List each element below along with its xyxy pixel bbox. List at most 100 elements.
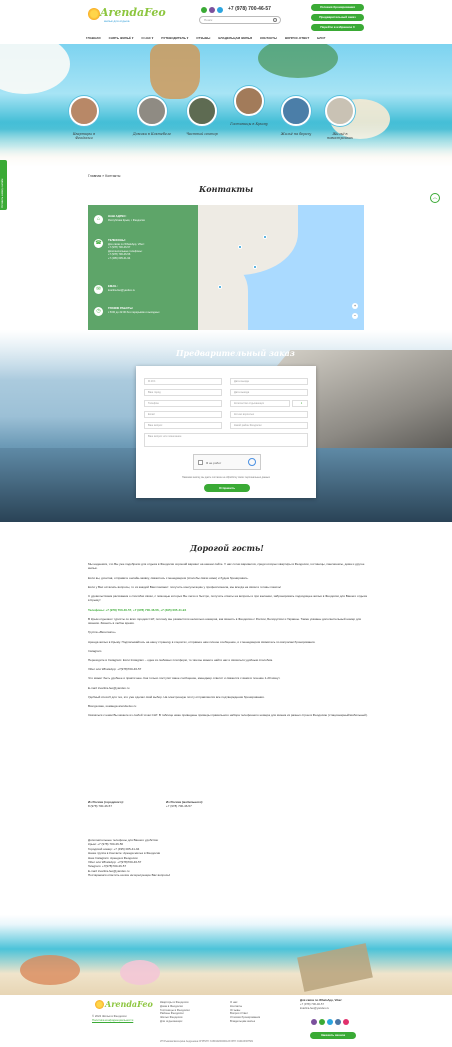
article-paragraph: Что может быть удобнее и практичнее. Как… xyxy=(88,676,281,681)
site-logo[interactable]: ArendaFeo жильё для отдыха xyxy=(88,4,166,26)
wishes-textarea[interactable]: Ваш вопрос или пожелание xyxy=(144,433,308,447)
zoom-in-button[interactable]: + xyxy=(352,303,358,309)
paper-boat-decoration xyxy=(297,943,373,992)
category-newbuild[interactable]: Жильё в новостройках xyxy=(320,96,360,140)
order-title: Предварительный заказ xyxy=(176,348,295,358)
nav-about[interactable]: О НАС ▾ xyxy=(141,36,153,42)
favorites-count: 0 xyxy=(352,25,355,29)
viber-icon[interactable] xyxy=(311,1019,317,1025)
category-image xyxy=(187,96,217,126)
footer-col-info: О нас Контакты Отзывы Вопрос-Ответ Услов… xyxy=(230,1000,260,1024)
guests-stepper[interactable]: 1 xyxy=(292,400,308,407)
question-field[interactable]: Ваш вопрос xyxy=(144,422,222,429)
phone-field[interactable]: Телефон xyxy=(144,400,222,407)
nav-contacts[interactable]: КОНТАКТЫ xyxy=(260,36,277,42)
nav-owners[interactable]: ВЛАДЕЛЬЦАМ ЖИЛЬЯ xyxy=(218,36,252,42)
map-pin[interactable] xyxy=(218,285,222,289)
map-pin[interactable] xyxy=(253,265,257,269)
map-pin[interactable] xyxy=(238,245,242,249)
extra-line: Постараемся ответить на все интересующие… xyxy=(88,873,171,878)
whatsapp-icon[interactable] xyxy=(201,7,207,13)
nav-blog[interactable]: БЛОГ xyxy=(317,36,325,42)
checkout-field[interactable]: Дата выезда xyxy=(230,389,308,396)
zoom-out-button[interactable]: − xyxy=(352,313,358,319)
bullet-vk[interactable]: Группа «Вконтакте» xyxy=(88,630,368,634)
captcha-widget[interactable]: Я не робот xyxy=(193,454,261,470)
category-image xyxy=(234,86,264,116)
footer-logo[interactable]: ArendaFeo xyxy=(95,997,155,1013)
phone-main[interactable]: +7 (978) 700-46-57 xyxy=(108,246,130,249)
phone-extra[interactable]: +7 (978) 700-46-56 xyxy=(108,253,130,256)
guests-field[interactable]: Количество отдыхающих xyxy=(230,400,290,407)
hours-value: с 8:00 до 22:00 без перерывов и выходных xyxy=(108,310,160,314)
policy-link[interactable]: Политика конфиденциальности xyxy=(92,1018,154,1023)
side-order-tab[interactable]: Оставить заявку онлайн xyxy=(0,160,7,210)
category-label: Частный сектор xyxy=(186,132,218,136)
search-icon[interactable] xyxy=(273,18,277,22)
map-pin[interactable] xyxy=(263,235,267,239)
email-label: EMAIL: xyxy=(108,284,118,288)
district-field[interactable]: Какой район Феодосии xyxy=(230,422,308,429)
nav-faq[interactable]: ВОПРОС-ОТВЕТ xyxy=(285,36,309,42)
bullet-phones[interactable]: Телефоны: +7 (978) 700-46-57, +7 (978) 7… xyxy=(88,608,368,612)
address-value: Республика Крым, г. Феодосия xyxy=(108,218,145,222)
city-field[interactable]: Ваш город xyxy=(144,389,222,396)
category-cottages[interactable]: Домики в Коктебеле xyxy=(132,96,172,136)
email-field[interactable]: Email xyxy=(144,411,222,418)
category-seaside[interactable]: Жильё на берегу xyxy=(276,96,316,136)
booking-terms-button[interactable]: Условия бронирования xyxy=(311,4,364,11)
telegram-icon[interactable] xyxy=(217,7,223,13)
article-paragraph: Мы надеемся, что Вы уже подобрали для от… xyxy=(88,562,365,571)
category-image xyxy=(281,96,311,126)
nav-guide[interactable]: ПУТЕВОДИТЕЛЬ ▾ xyxy=(161,36,188,42)
shell-decoration xyxy=(120,960,160,985)
phone-extra[interactable]: +7 (495) 005-41-94 xyxy=(108,257,130,260)
callback-button[interactable]: Заказать звонок xyxy=(310,1032,356,1039)
instagram-icon[interactable] xyxy=(343,1019,349,1025)
search-placeholder: Поиск xyxy=(204,18,213,22)
submit-button[interactable]: Отправить xyxy=(204,484,250,492)
nav-home[interactable]: ГЛАВНАЯ xyxy=(86,36,101,42)
scroll-up-button[interactable]: ︿ xyxy=(430,193,440,203)
checkin-field[interactable]: Дата въезда xyxy=(230,378,308,385)
favorites-button[interactable]: Перейти в избранное 0 xyxy=(311,24,364,31)
article-title: Дорогой гость! xyxy=(190,543,264,553)
category-hotels[interactable]: Гостиницы в Крыму xyxy=(229,86,269,126)
hours-label: ГРАФИК РАБОТЫ: xyxy=(108,306,134,310)
name-field[interactable]: Ф.И.О. xyxy=(144,378,222,385)
footer-email[interactable]: kvartira-feo@yandex.ru xyxy=(300,1006,370,1011)
category-apartments[interactable]: Квартиры в Феодосии xyxy=(64,96,104,140)
recaptcha-icon xyxy=(248,458,256,466)
category-label: Жильё на берегу xyxy=(280,132,312,136)
captcha-checkbox[interactable] xyxy=(198,460,203,465)
footer-link[interactable]: Владельцам жилья xyxy=(230,1019,260,1024)
search-input[interactable]: Поиск xyxy=(199,16,281,24)
side-tab-label: Оставить заявку онлайн xyxy=(1,178,4,208)
address-label: НАШ АДРЕС: xyxy=(108,214,127,218)
captcha-label: Я не робот xyxy=(206,461,222,465)
category-label: Квартиры в Феодосии xyxy=(72,132,96,140)
vk-icon[interactable] xyxy=(335,1019,341,1025)
pre-order-button[interactable]: Предварительный заказ xyxy=(311,14,364,21)
article-paragraph: Связаться с нами Вы можете из любой точк… xyxy=(88,713,368,718)
bullet-email[interactable]: E-mail: kvartira-feo@yandex.ru xyxy=(88,686,368,690)
nav-rent[interactable]: СНЯТЬ ЖИЛЬЁ ▾ xyxy=(109,36,134,42)
viber-icon[interactable] xyxy=(209,7,215,13)
category-private[interactable]: Частный сектор xyxy=(182,96,222,136)
bullet-instagram[interactable]: Instagram xyxy=(88,649,368,653)
bullet-messengers[interactable]: Viber или WhatsApp: +7(978)700-46-57 xyxy=(88,667,368,671)
email-value[interactable]: kvartira-feo@yandex.ru xyxy=(108,289,135,292)
header-phone[interactable]: +7 (978) 700-46-57 xyxy=(228,6,271,12)
site-header: ArendaFeo жильё для отдыха +7 (978) 700-… xyxy=(0,0,452,44)
footer-legal: ИП Рыжова Екатерина Андреевна ОГРНИП: 31… xyxy=(160,1040,254,1043)
telegram-icon[interactable] xyxy=(327,1019,333,1025)
phones-label: ТЕЛЕФОНЫ: xyxy=(108,238,126,242)
article-paragraph: С удовольствием расскажем о способах свя… xyxy=(88,594,367,603)
whatsapp-icon[interactable] xyxy=(319,1019,325,1025)
favorites-label: Перейти в избранное xyxy=(320,25,353,29)
nav-reviews[interactable]: ОТЗЫВЫ xyxy=(196,36,210,42)
breadcrumb[interactable]: Главная » Контакты xyxy=(88,174,120,178)
category-label: Домики в Коктебеле xyxy=(132,132,172,136)
adults-field[interactable]: Кол-во взрослых xyxy=(230,411,308,418)
footer-link[interactable]: Для отдыхающих xyxy=(160,1019,190,1024)
